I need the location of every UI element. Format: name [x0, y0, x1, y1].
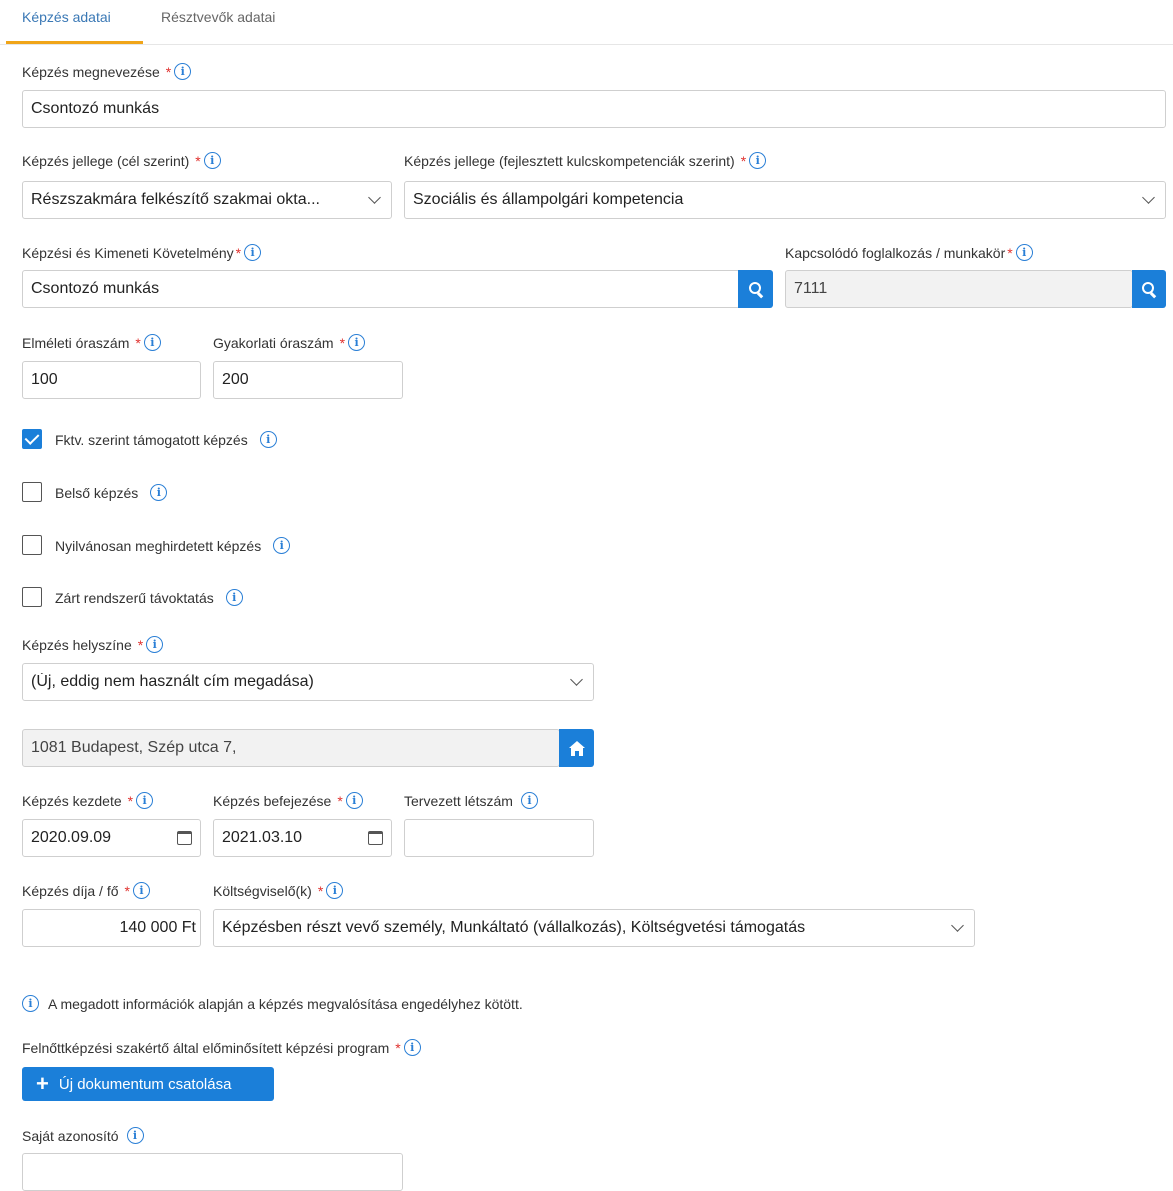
headcount-input[interactable] — [404, 819, 594, 857]
chevron-down-icon — [368, 190, 381, 204]
theory-hours-label: Elméleti óraszám * i — [22, 334, 161, 351]
info-icon[interactable]: i — [136, 792, 154, 809]
address-home-button[interactable] — [559, 729, 594, 767]
permit-notice: iA megadott információk alapján a képzés… — [22, 995, 523, 1012]
type-competence-label: Képzés jellege (fejlesztett kulcskompete… — [404, 152, 767, 169]
info-icon[interactable]: i — [749, 152, 767, 169]
type-competence-select[interactable]: Szociális és állampolgári kompetencia — [404, 181, 1166, 219]
internal-training-checkbox[interactable] — [22, 482, 42, 502]
program-label: Felnőttképzési szakértő által előminősít… — [22, 1039, 421, 1056]
info-icon[interactable]: i — [244, 244, 262, 261]
chevron-down-icon — [951, 918, 964, 932]
internal-training-label: Belső képzés i — [55, 484, 168, 501]
calendar-icon[interactable] — [368, 831, 383, 845]
practice-hours-label: Gyakorlati óraszám * i — [213, 334, 366, 351]
home-icon — [568, 740, 585, 756]
distance-learning-label: Zárt rendszerű távoktatás i — [55, 589, 243, 606]
info-icon[interactable]: i — [225, 589, 243, 606]
end-date-input[interactable]: 2021.03.10 — [213, 819, 392, 857]
attach-document-button[interactable]: + Új dokumentum csatolása — [22, 1067, 274, 1101]
public-training-label: Nyilvánosan meghirdetett képzés i — [55, 537, 291, 554]
kkk-label: Képzési és Kimeneti Követelmény * i — [22, 244, 262, 261]
own-id-input[interactable] — [22, 1153, 403, 1191]
payer-label: Költségviselő(k) * i — [213, 882, 344, 899]
chevron-down-icon — [570, 672, 583, 686]
occupation-search-button[interactable] — [1132, 270, 1166, 308]
info-icon[interactable]: i — [143, 334, 161, 351]
tab-bar: Képzés adatai Résztvevők adatai — [0, 0, 1173, 45]
address-input[interactable]: 1081 Budapest, Szép utca 7, — [22, 729, 560, 767]
supported-training-label: Fktv. szerint támogatott képzés i — [55, 431, 277, 448]
theory-hours-input[interactable]: 100 — [22, 361, 201, 399]
kkk-input[interactable]: Csontozó munkás — [22, 270, 740, 308]
info-icon[interactable]: i — [203, 152, 221, 169]
practice-hours-input[interactable]: 200 — [213, 361, 403, 399]
kkk-search-button[interactable] — [738, 270, 773, 308]
calendar-icon[interactable] — [177, 831, 192, 845]
start-date-input[interactable]: 2020.09.09 — [22, 819, 201, 857]
name-label: Képzés megnevezése * i — [22, 63, 192, 80]
payer-select[interactable]: Képzésben részt vevő személy, Munkáltató… — [213, 909, 975, 947]
type-goal-label: Képzés jellege (cél szerint) * i — [22, 152, 221, 169]
info-icon: i — [22, 995, 39, 1012]
active-tab-indicator — [6, 41, 143, 44]
search-icon — [748, 282, 763, 296]
own-id-label: Saját azonosító i — [22, 1127, 144, 1144]
info-icon[interactable]: i — [273, 537, 291, 554]
end-date-label: Képzés befejezése * i — [213, 792, 363, 809]
occupation-input[interactable]: 7111 — [785, 270, 1133, 308]
headcount-label: Tervezett létszám i — [404, 792, 538, 809]
name-input[interactable]: Csontozó munkás — [22, 90, 1166, 128]
distance-learning-checkbox[interactable] — [22, 587, 42, 607]
public-training-checkbox[interactable] — [22, 535, 42, 555]
location-label: Képzés helyszíne * i — [22, 636, 164, 653]
supported-training-checkbox[interactable] — [22, 429, 42, 449]
info-icon[interactable]: i — [126, 1127, 144, 1144]
tab-participants-data[interactable]: Résztvevők adatai — [161, 9, 275, 25]
location-select[interactable]: (Új, eddig nem használt cím megadása) — [22, 663, 594, 701]
info-icon[interactable]: i — [259, 431, 277, 448]
fee-label: Képzés díja / fő * i — [22, 882, 150, 899]
info-icon[interactable]: i — [403, 1039, 421, 1056]
fee-input[interactable]: 140 000 Ft — [22, 909, 201, 947]
info-icon[interactable]: i — [150, 484, 168, 501]
type-goal-select[interactable]: Részszakmára felkészítő szakmai okta... — [22, 181, 392, 219]
info-icon[interactable]: i — [146, 636, 164, 653]
chevron-down-icon — [1142, 190, 1155, 204]
search-icon — [1142, 282, 1156, 296]
info-icon[interactable]: i — [174, 63, 192, 80]
tab-training-data[interactable]: Képzés adatai — [22, 9, 111, 25]
plus-icon: + — [36, 1071, 49, 1096]
info-icon[interactable]: i — [1015, 244, 1033, 261]
occupation-label: Kapcsolódó foglalkozás / munkakör * i — [785, 244, 1033, 261]
info-icon[interactable]: i — [345, 792, 363, 809]
info-icon[interactable]: i — [132, 882, 150, 899]
info-icon[interactable]: i — [348, 334, 366, 351]
info-icon[interactable]: i — [326, 882, 344, 899]
start-date-label: Képzés kezdete * i — [22, 792, 154, 809]
info-icon[interactable]: i — [520, 792, 538, 809]
